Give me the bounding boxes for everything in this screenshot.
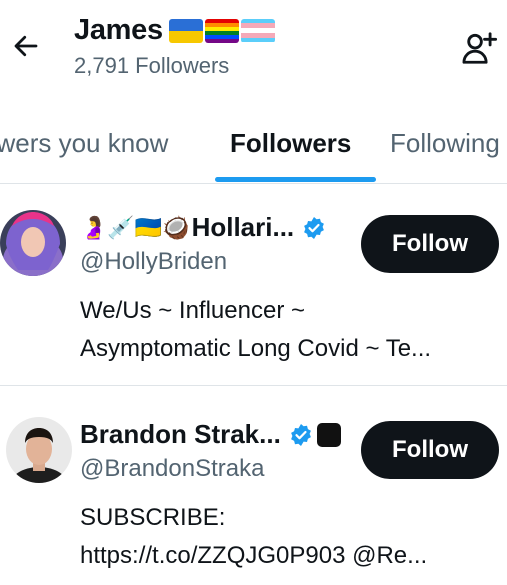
affiliation-badge-icon[interactable] [316,422,341,447]
tab-bar: owers you know Followers Following [0,118,507,184]
verified-badge-icon [290,423,311,446]
display-name[interactable]: Hollari... [192,212,295,243]
user-row[interactable]: Brandon Strak... @BrandonStraka SUBSCRIB… [0,387,507,585]
back-button[interactable] [8,28,44,64]
follow-button[interactable]: Follow [361,421,499,479]
header: James 2,791 Followers [0,0,507,100]
transgender-flag-icon [240,18,275,43]
name-line: Brandon Strak... [80,419,341,450]
arrow-left-icon [14,35,38,57]
bio-line: We/Us ~ Influencer ~ [80,297,305,324]
avatar[interactable] [6,417,72,483]
bio-link[interactable]: https://t.co/ZZQJG0P903 @Re... [80,537,500,575]
followers-screen: James 2,791 Followers owers you know Fol… [0,0,507,585]
verified-badge-icon [304,216,325,239]
flag-emojis [168,18,275,43]
follow-button[interactable]: Follow [361,215,499,273]
add-user-icon [462,32,498,64]
bio-line: Asymptomatic Long Covid ~ Te... [80,335,432,362]
tab-followers[interactable]: Followers [230,128,351,159]
tab-followers-you-know[interactable]: owers you know [0,128,168,159]
page-title: James [74,14,163,46]
user-row[interactable]: 🤰💉🇺🇦🥥 Hollari... @HollyBriden We/Us ~ In… [0,184,507,386]
name-line: 🤰💉🇺🇦🥥 Hollari... [80,212,326,243]
handle: @BrandonStraka [80,455,265,482]
avatar[interactable] [0,210,66,276]
title-row: James [74,14,275,47]
display-name[interactable]: Brandon Strak... [80,419,281,450]
active-tab-indicator [215,177,376,182]
bio-line: SUBSCRIBE: [80,504,226,531]
handle: @HollyBriden [80,248,228,275]
ukraine-flag-icon [168,18,203,43]
bio: We/Us ~ Influencer ~ Asymptomatic Long C… [80,292,500,368]
tab-following[interactable]: Following [390,128,500,159]
rainbow-flag-icon [204,18,239,43]
bio: SUBSCRIBE: https://t.co/ZZQJG0P903 @Re..… [80,499,500,575]
follower-count: 2,791 Followers [74,53,230,78]
add-user-button[interactable] [457,26,501,70]
emoji-prefix: 🤰💉🇺🇦🥥 [80,214,190,240]
